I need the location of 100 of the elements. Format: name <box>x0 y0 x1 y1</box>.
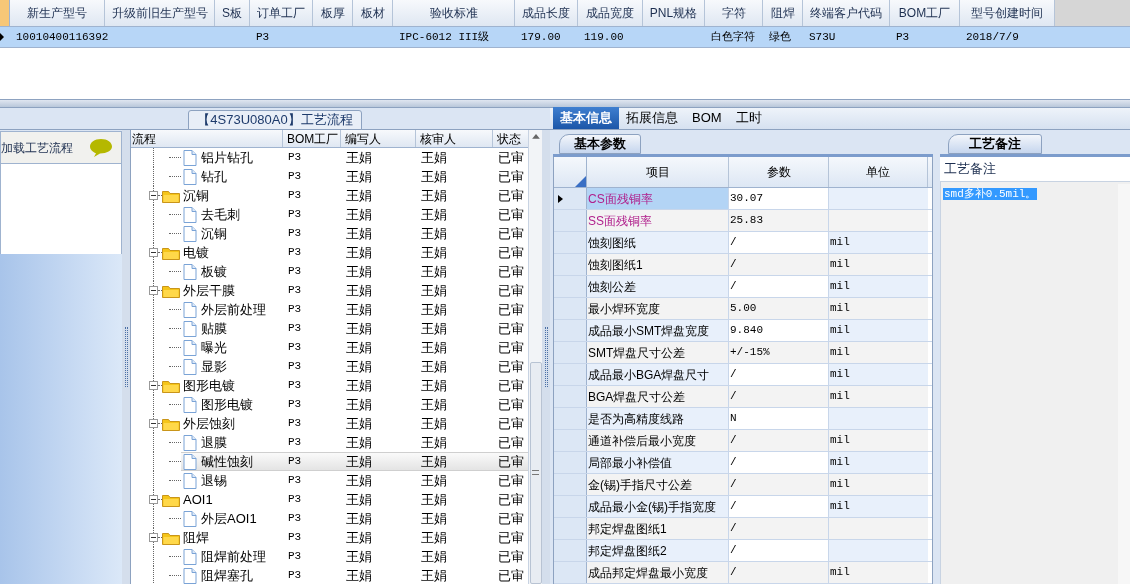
column-header[interactable]: 项目 <box>587 157 729 187</box>
table-cell[interactable]: mil <box>829 276 928 297</box>
table-cell[interactable]: / <box>729 254 829 275</box>
tree-item[interactable]: 图形电镀 <box>181 395 283 414</box>
column-header[interactable]: 流程 <box>131 130 283 147</box>
column-header[interactable]: 单位 <box>829 157 928 187</box>
table-cell[interactable]: 9.840 <box>729 320 829 341</box>
column-header[interactable]: 升级前旧生产型号 <box>105 0 215 26</box>
load-flow-header[interactable]: 加载工艺流程 <box>0 131 122 164</box>
table-cell[interactable]: 25.83 <box>729 210 829 231</box>
collapse-icon[interactable] <box>149 381 158 390</box>
column-header[interactable]: 板材 <box>353 0 393 26</box>
table-cell[interactable]: 成品最小BGA焊盘尺寸 <box>587 364 729 385</box>
table-cell[interactable]: 成品最小SMT焊盘宽度 <box>587 320 729 341</box>
tree-item[interactable]: AOI1 <box>183 489 213 510</box>
table-cell[interactable]: / <box>729 452 829 473</box>
tab[interactable]: 拓展信息 <box>619 107 685 129</box>
column-header[interactable]: 成品长度 <box>515 0 578 26</box>
column-header[interactable]: S板 <box>215 0 250 26</box>
scroll-thumb[interactable] <box>529 361 542 584</box>
table-cell[interactable]: mil <box>829 298 928 319</box>
tree-item[interactable]: 阻焊 <box>183 527 209 548</box>
collapse-icon[interactable] <box>149 533 158 542</box>
table-cell[interactable]: 通道补偿后最小宽度 <box>587 430 729 451</box>
table-cell[interactable]: / <box>729 386 829 407</box>
table-cell[interactable]: / <box>729 232 829 253</box>
tree-item[interactable]: 显影 <box>181 357 283 376</box>
table-cell[interactable]: mil <box>829 562 928 583</box>
table-cell[interactable]: 蚀刻图纸 <box>587 232 729 253</box>
tree-item[interactable]: 沉铜 <box>181 224 283 243</box>
tree-item[interactable]: 电镀 <box>183 242 209 263</box>
column-header[interactable]: 板厚 <box>313 0 353 26</box>
corner-icon[interactable] <box>575 176 586 187</box>
collapse-icon[interactable] <box>149 495 158 504</box>
tree-item[interactable]: 阻焊前处理 <box>181 547 283 566</box>
column-header[interactable]: 成品宽度 <box>578 0 643 26</box>
column-header[interactable]: 参数 <box>729 157 829 187</box>
header-corner[interactable] <box>0 0 10 26</box>
tree-item[interactable]: 外层蚀刻 <box>183 413 235 434</box>
table-cell[interactable]: 成品最小金(锡)手指宽度 <box>587 496 729 517</box>
table-cell[interactable]: / <box>729 518 829 539</box>
scrollbar[interactable] <box>528 130 542 584</box>
tree-item[interactable]: 退膜 <box>181 433 283 452</box>
table-cell[interactable]: 是否为高精度线路 <box>587 408 729 429</box>
tree-item[interactable]: 图形电镀 <box>183 375 235 396</box>
table-cell[interactable]: / <box>729 276 829 297</box>
column-header[interactable]: 核审人 <box>416 130 493 147</box>
table-cell[interactable]: 成品邦定焊盘最小宽度 <box>587 562 729 583</box>
table-cell[interactable]: mil <box>829 232 928 253</box>
tree-item[interactable]: 外层干膜 <box>183 280 235 301</box>
collapse-icon[interactable] <box>149 419 158 428</box>
column-header[interactable]: 验收标准 <box>393 0 515 26</box>
table-cell[interactable]: / <box>729 474 829 495</box>
table-cell[interactable]: 邦定焊盘图纸1 <box>587 518 729 539</box>
tree-item[interactable]: 沉铜 <box>183 185 209 206</box>
scroll-up-icon[interactable] <box>530 132 541 142</box>
table-cell[interactable]: / <box>729 364 829 385</box>
tree-item[interactable]: 退锡 <box>181 471 283 490</box>
column-header[interactable]: 订单工厂 <box>250 0 313 26</box>
table-cell[interactable] <box>829 408 928 429</box>
table-cell[interactable]: 最小焊环宽度 <box>587 298 729 319</box>
table-cell[interactable]: N <box>729 408 829 429</box>
tree-item[interactable]: 去毛刺 <box>181 205 283 224</box>
tree-item[interactable]: 外层AOI1 <box>181 509 283 528</box>
table-cell[interactable]: 5.00 <box>729 298 829 319</box>
tree-item[interactable]: 板镀 <box>181 262 283 281</box>
panel-tab[interactable]: 工艺备注 <box>948 134 1042 154</box>
column-header[interactable]: BOM工厂 <box>890 0 960 26</box>
column-header[interactable]: PNL规格 <box>643 0 705 26</box>
collapse-icon[interactable] <box>149 248 158 257</box>
table-cell[interactable]: mil <box>829 496 928 517</box>
table-cell[interactable] <box>829 540 928 561</box>
table-cell[interactable]: / <box>729 496 829 517</box>
table-cell[interactable]: 邦定焊盘图纸2 <box>587 540 729 561</box>
table-cell[interactable]: SS面残铜率 <box>587 210 729 231</box>
table-cell[interactable]: SMT焊盘尺寸公差 <box>587 342 729 363</box>
collapse-icon[interactable] <box>149 286 158 295</box>
table-cell[interactable]: 局部最小补偿值 <box>587 452 729 473</box>
table-cell[interactable]: mil <box>829 430 928 451</box>
tab[interactable]: BOM <box>685 107 729 129</box>
table-cell[interactable]: +/-15% <box>729 342 829 363</box>
row-header[interactable] <box>554 188 587 209</box>
tree-item[interactable]: 阻焊塞孔 <box>181 566 283 584</box>
column-header[interactable]: 字符 <box>705 0 763 26</box>
column-header[interactable]: 终端客户代码 <box>803 0 890 26</box>
table-cell[interactable]: 30.07 <box>729 188 829 209</box>
table-cell[interactable]: mil <box>829 452 928 473</box>
table-cell[interactable]: / <box>729 430 829 451</box>
table-cell[interactable]: / <box>729 540 829 561</box>
tree-item[interactable]: 外层前处理 <box>181 300 283 319</box>
table-cell[interactable]: mil <box>829 364 928 385</box>
table-cell[interactable] <box>829 518 928 539</box>
table-cell[interactable]: 蚀刻公差 <box>587 276 729 297</box>
table-cell[interactable] <box>829 210 928 231</box>
table-cell[interactable]: mil <box>829 320 928 341</box>
table-cell[interactable]: CS面残铜率 <box>587 188 729 209</box>
table-cell[interactable]: 金(锡)手指尺寸公差 <box>587 474 729 495</box>
tree-item[interactable]: 贴膜 <box>181 319 283 338</box>
table-cell[interactable]: BGA焊盘尺寸公差 <box>587 386 729 407</box>
tree-item[interactable]: 钻孔 <box>181 167 283 186</box>
